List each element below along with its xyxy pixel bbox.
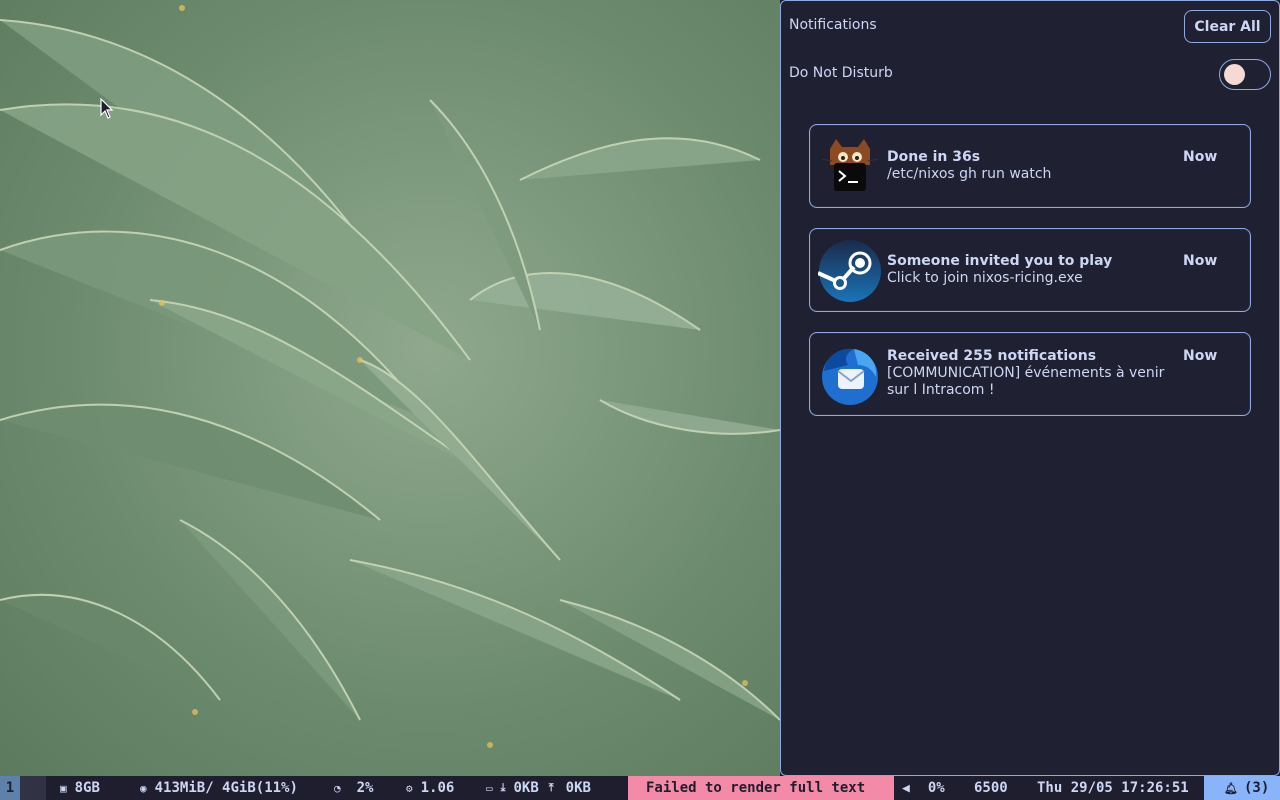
notification-card[interactable]: Done in 36s /etc/nixos gh run watch Now [809, 124, 1251, 208]
desktop-wallpaper [0, 0, 780, 776]
error-message-module[interactable]: Failed to render full text [628, 776, 894, 800]
notification-time: Now [1183, 253, 1218, 269]
panel-title: Notifications [789, 17, 877, 33]
memory-icon: ▣ [60, 781, 67, 795]
notification-card[interactable]: Someone invited you to play Click to joi… [809, 228, 1251, 312]
aloe-wallpaper-art [0, 5, 780, 748]
upload-icon: ⤒ [548, 781, 554, 794]
notification-title: Someone invited you to play [887, 253, 1113, 269]
disk-module[interactable]: ◉ 413MiB/ 4GiB(11%) [140, 776, 298, 800]
speaker-muted-icon: ◀ [902, 780, 910, 796]
load-value: 1.06 [420, 780, 455, 796]
cpu-value: 2% [356, 780, 374, 796]
notification-count: (3) [1243, 780, 1270, 796]
notification-center-panel: Notifications Clear All Do Not Disturb D… [780, 0, 1280, 776]
gear-icon: ⚙ [406, 781, 413, 795]
notification-body: /etc/nixos gh run watch [887, 166, 1052, 182]
brightness-value: 6500 [974, 780, 1008, 796]
bell-icon: 🔔︎ [1224, 781, 1238, 795]
mouse-cursor-icon [100, 98, 114, 119]
steam-icon [818, 240, 881, 302]
memory-module[interactable]: ▣ 8GB [60, 776, 100, 800]
net-up-value: 0KB [565, 780, 591, 796]
brightness-module[interactable]: 6500 [974, 776, 1008, 800]
clock-module[interactable]: Thu 29/05 17:26:51 [1037, 776, 1189, 800]
notification-title: Done in 36s [887, 149, 981, 165]
bar-separator [20, 776, 46, 800]
notification-body: [COMMUNICATION] événements à venir sur l… [887, 365, 1165, 398]
thunderbird-icon [822, 348, 878, 405]
notification-time: Now [1183, 149, 1218, 165]
status-bar: 1 ▣ 8GB ◉ 413MiB/ 4GiB(11%) ◔ 2% ⚙ 1.06 … [0, 776, 1280, 800]
notification-title: Received 255 notifications [887, 348, 1097, 364]
cpu-gauge-icon: ◔ [334, 781, 341, 795]
net-down-value: 0KB [513, 780, 539, 796]
download-icon: ⤓ [500, 781, 506, 794]
do-not-disturb-label: Do Not Disturb [789, 65, 893, 81]
toggle-knob [1224, 64, 1245, 85]
disk-value: 413MiB/ 4GiB(11%) [154, 780, 298, 796]
do-not-disturb-toggle[interactable] [1219, 59, 1271, 90]
volume-module[interactable]: ◀ 0% [902, 776, 945, 800]
volume-value: 0% [927, 780, 945, 796]
notification-body: Click to join nixos-ricing.exe [887, 270, 1083, 286]
clear-all-button[interactable]: Clear All [1184, 10, 1271, 43]
notification-card[interactable]: Received 255 notifications [COMMUNICATIO… [809, 332, 1251, 416]
workspace-indicator[interactable]: 1 [0, 776, 20, 800]
load-module[interactable]: ⚙ 1.06 [406, 776, 454, 800]
clock-value: Thu 29/05 17:26:51 [1037, 780, 1189, 796]
notification-count-module[interactable]: 🔔︎ (3) [1204, 776, 1280, 800]
network-icon: ▭ [486, 781, 493, 795]
disk-icon: ◉ [140, 781, 147, 795]
network-module[interactable]: ▭ ⤓ 0KB ⤒ 0KB [486, 776, 591, 800]
notification-time: Now [1183, 348, 1218, 364]
memory-value: 8GB [74, 780, 100, 796]
cpu-module[interactable]: ◔ 2% [334, 776, 373, 800]
terminal-cat-icon [821, 139, 879, 191]
